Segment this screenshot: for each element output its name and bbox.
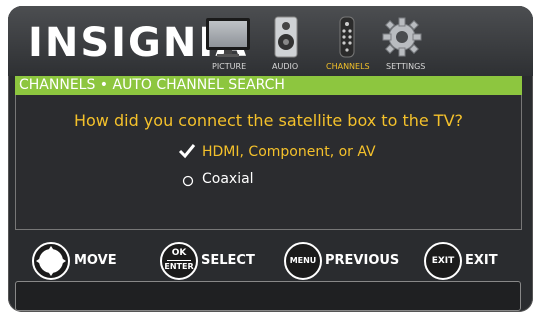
move-button-icon[interactable]: [32, 242, 70, 280]
ok-text: OK: [171, 248, 187, 258]
menu-title: CHANNELS • AUTO CHANNEL SEARCH: [19, 77, 285, 93]
tab-settings[interactable]: [380, 14, 424, 64]
tab-channels-label: CHANNELS: [326, 62, 370, 71]
info-box: [15, 281, 521, 311]
tab-channels[interactable]: [333, 14, 363, 64]
menu-text: MENU: [289, 256, 317, 265]
exit-icon-text: EXIT: [431, 256, 455, 266]
tv-icon: [206, 18, 250, 57]
tab-audio[interactable]: [272, 14, 302, 64]
option-hdmi-component-av[interactable]: HDMI, Component, or AV: [202, 144, 376, 160]
exit-button[interactable]: EXIT: [424, 242, 462, 280]
exit-label: EXIT: [465, 253, 498, 268]
dpad-icon: [36, 246, 66, 276]
content-panel: How did you connect the satellite box to…: [15, 95, 522, 230]
radio-empty-icon: [182, 172, 194, 191]
remote-icon: [339, 16, 355, 58]
question-text: How did you connect the satellite box to…: [73, 111, 464, 130]
menu-title-bar: CHANNELS • AUTO CHANNEL SEARCH: [15, 76, 522, 95]
enter-text: ENTER: [164, 262, 194, 271]
tv-menu-frame: INSIGNIA PICTURE AUDIO CHANNELS SETTINGS…: [8, 6, 533, 312]
option-coaxial[interactable]: Coaxial: [202, 171, 254, 187]
tab-settings-label: SETTINGS: [386, 62, 426, 71]
speaker-icon: [274, 16, 298, 58]
gear-icon: [382, 17, 422, 57]
tab-picture[interactable]: [204, 14, 254, 64]
top-bar: INSIGNIA PICTURE AUDIO CHANNELS SETTINGS: [8, 6, 533, 76]
previous-label: PREVIOUS: [325, 253, 400, 268]
ok-divider: [167, 260, 191, 261]
tab-picture-label: PICTURE: [212, 62, 247, 71]
select-label: SELECT: [201, 253, 255, 268]
checkmark-icon: [178, 143, 196, 163]
menu-button[interactable]: MENU: [284, 242, 322, 280]
move-label: MOVE: [74, 253, 117, 268]
ok-enter-button[interactable]: OK ENTER: [160, 242, 198, 280]
tab-audio-label: AUDIO: [272, 62, 299, 71]
